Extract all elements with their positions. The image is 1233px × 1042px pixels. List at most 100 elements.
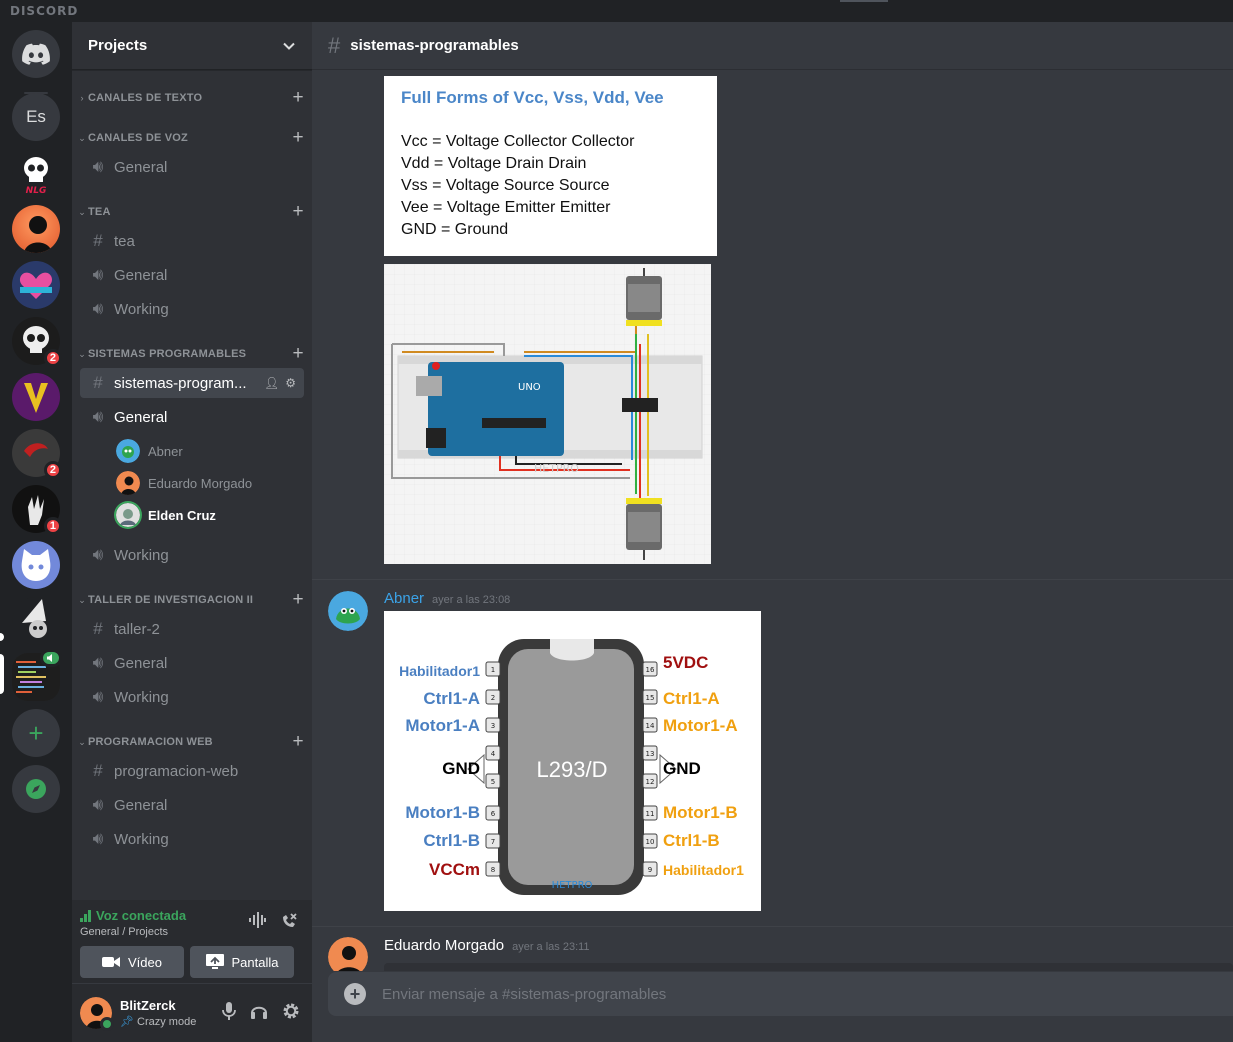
microphone-icon[interactable] [222,1002,236,1025]
voice-active-badge [40,649,62,667]
skull-icon: NLG [24,157,48,196]
screen-share-button[interactable]: Pantalla [190,946,294,978]
heart-logo-icon [19,272,53,299]
pin-left: 8 VCCm [429,860,501,879]
server-es[interactable]: Es [12,93,60,141]
voice-channel-ti-working[interactable]: 🔊︎ Working [80,682,304,712]
voice-channel-general[interactable]: 🔊︎ General [80,152,304,182]
headphones-icon[interactable] [250,1002,268,1025]
voice-channel-tea-general[interactable]: 🔊︎ General [80,260,304,290]
message-header-eduardo-morgado: Eduardo Morgado ayer a las 23:11 [384,937,590,954]
channel-label: sistemas-program... [114,374,247,392]
add-channel-icon[interactable]: + [284,127,312,149]
invite-icon[interactable]: 👤︎ [264,376,279,390]
voice-channel-pw-working[interactable]: 🔊︎ Working [80,824,304,854]
video-button[interactable]: Vídeo [80,946,184,978]
author-avatar-eduardo-morgado[interactable] [328,937,368,971]
server-v-logo[interactable] [12,373,60,421]
category-tea[interactable]: ⌄ TEA + [72,201,312,223]
add-channel-icon[interactable]: + [284,589,312,611]
gear-icon[interactable]: ⚙︎ [285,376,296,390]
v-logo-icon [24,383,48,413]
voice-channel-sp-working[interactable]: 🔊︎ Working [80,540,304,570]
voice-channel-tea-working[interactable]: 🔊︎ Working [80,294,304,324]
pin-number: 15 [646,694,655,702]
category-taller-de-investigacion[interactable]: ⌄ TALLER DE INVESTIGACION II + [72,589,312,611]
voice-location[interactable]: General / Projects [80,926,168,938]
add-attachment-icon[interactable]: + [344,983,366,1005]
author-name[interactable]: Eduardo Morgado [384,937,504,954]
server-red-emblem[interactable]: 2 [12,429,62,479]
category-sistemas-programables[interactable]: ⌄ SISTEMAS PROGRAMABLES + [72,343,312,365]
category-canales-de-voz[interactable]: ⌄ CANALES DE VOZ + [72,127,312,149]
text-channel-sistemas-programables[interactable]: # sistemas-program... 👤︎ ⚙︎ [80,368,304,398]
pin-label: GND [663,759,701,778]
add-channel-icon[interactable]: + [284,731,312,753]
pin-number: 1 [491,666,495,674]
author-avatar-abner[interactable] [328,591,368,631]
speaker-lock-icon: 🔊︎ [92,795,104,814]
home-button[interactable] [12,30,60,78]
text-channel-programacion-web[interactable]: # programacion-web [80,756,304,786]
pin-right: 16 5VDC [642,653,708,677]
server-projects[interactable] [12,649,62,701]
voice-user-eduardo-morgado[interactable]: Eduardo Morgado [116,469,304,497]
image-attachment-l293d[interactable]: L293/D HETPRO 1 Habilitador1 2 Ctrl1-A 3 Moto… [384,611,761,911]
server-skull-red[interactable]: 2 [12,317,62,367]
watermark: HETPRO [552,880,593,891]
category-canales-de-texto[interactable]: › CANALES DE TEXTO + [72,87,312,109]
message-input[interactable]: Enviar mensaje a #sistemas-programables [382,986,666,1003]
add-channel-icon[interactable]: + [284,201,312,223]
message-composer[interactable]: + Enviar mensaje a #sistemas-programable… [328,972,1233,1016]
noise-suppression-icon[interactable] [248,912,266,935]
channel-label: General [114,158,168,176]
add-channel-icon[interactable]: + [284,343,312,365]
voice-channel-sp-general[interactable]: 🔊︎ General [80,402,304,432]
add-channel-icon[interactable]: + [284,87,312,109]
voice-user-abner[interactable]: Abner [116,437,304,465]
voice-channel-pw-general[interactable]: 🔊︎ General [80,790,304,820]
pin-label: Motor1-B [405,803,480,822]
image-attachment-vcc[interactable]: Full Forms of Vcc, Vss, Vdd, Vee Vcc = V… [384,76,717,256]
channel-label: General [114,654,168,672]
settings-gear-icon[interactable] [282,1002,300,1025]
voice-channel-ti-general[interactable]: 🔊︎ General [80,648,304,678]
unread-indicator [0,633,4,641]
server-hand-sign[interactable]: 1 [12,485,62,535]
mention-badge: 2 [43,349,62,367]
text-channel-taller-2[interactable]: # taller-2 [80,614,304,644]
disconnect-icon[interactable] [280,912,298,935]
guild-header[interactable]: Projects [72,22,312,70]
voice-user-elden-cruz[interactable]: Elden Cruz [116,501,304,529]
server-heart-logo[interactable] [12,261,60,309]
chevron-down-icon: ⌄ [78,206,86,217]
server-nlg[interactable]: NLG [12,149,60,197]
category-programacion-web[interactable]: ⌄ PROGRAMACION WEB + [72,731,312,753]
channel-label: programacion-web [114,762,239,780]
pin-number: 9 [648,866,652,874]
pin-number: 10 [646,838,655,846]
hashtag-icon: # [93,231,103,250]
speaker-icon: 🔊︎ [92,157,104,176]
image-attachment-circuit[interactable]: UNO HETPRO [384,264,711,564]
card-line: GND = Ground [401,221,509,238]
voice-status[interactable]: Voz conectada [80,908,186,923]
chevron-down-icon: ⌄ [78,132,86,143]
message-divider [312,926,1233,927]
server-cat-mascot[interactable] [12,541,60,589]
text-channel-tea[interactable]: # tea [80,226,304,256]
guild-name: Projects [88,37,148,54]
video-button-label: Vídeo [128,954,162,970]
explore-servers-button[interactable] [12,765,60,813]
author-name[interactable]: Abner [384,590,424,607]
server-wizard-skull[interactable] [12,597,60,645]
server-orange-silhouette[interactable] [12,205,60,253]
mention-badge: 1 [43,517,62,535]
pin-left: 7 Ctrl1-B [423,831,501,850]
message-list[interactable]: Full Forms of Vcc, Vss, Vdd, Vee Vcc = V… [312,71,1233,971]
channel-label: General [114,796,168,814]
pin-right: 14 Motor1-A [642,716,738,735]
channel-label: General [114,266,168,284]
channel-label: Working [114,546,169,564]
add-server-button[interactable]: + [12,709,60,757]
